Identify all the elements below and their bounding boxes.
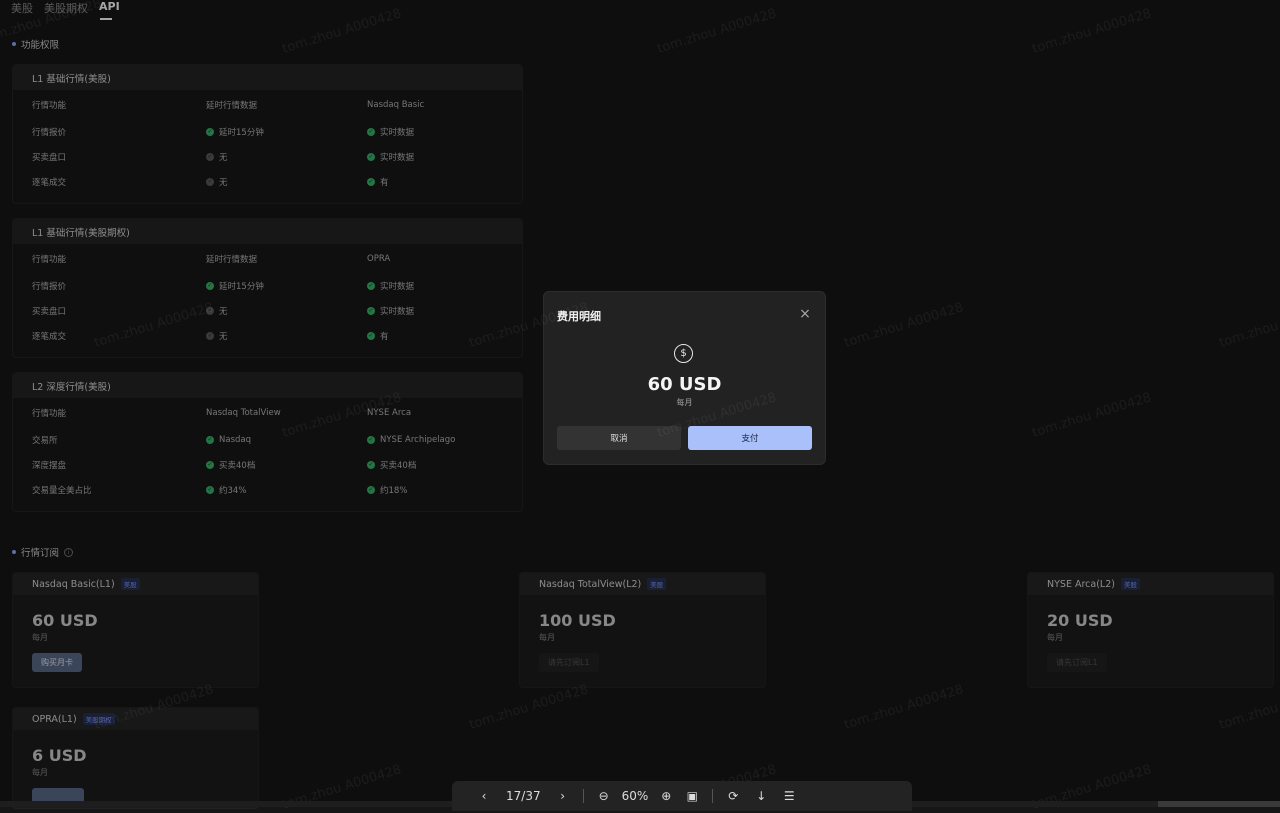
divider: [712, 789, 714, 803]
rotate-icon[interactable]: ⟳: [723, 786, 743, 806]
fit-page-icon[interactable]: ▣: [682, 786, 702, 806]
download-icon[interactable]: ↓: [751, 786, 771, 806]
fee-detail-dialog: 费用明细 × $ 60 USD 每月 取消 支付: [543, 291, 826, 465]
fee-period: 每月: [676, 398, 693, 407]
fee-amount: 60 USD: [647, 374, 722, 395]
scrollbar-thumb[interactable]: [1158, 801, 1280, 807]
zoom-level: 60%: [621, 789, 649, 803]
zoom-in-icon[interactable]: ⊕: [656, 786, 676, 806]
document-icon[interactable]: ☰: [779, 786, 799, 806]
pay-button[interactable]: 支付: [688, 426, 812, 450]
prev-page-icon[interactable]: ‹: [474, 786, 494, 806]
dollar-icon: $: [674, 344, 693, 363]
next-page-icon[interactable]: ›: [553, 786, 573, 806]
divider: [582, 789, 584, 803]
page-indicator: 17/37: [506, 789, 541, 803]
zoom-out-icon[interactable]: ⊖: [594, 786, 614, 806]
close-icon[interactable]: ×: [799, 307, 811, 321]
